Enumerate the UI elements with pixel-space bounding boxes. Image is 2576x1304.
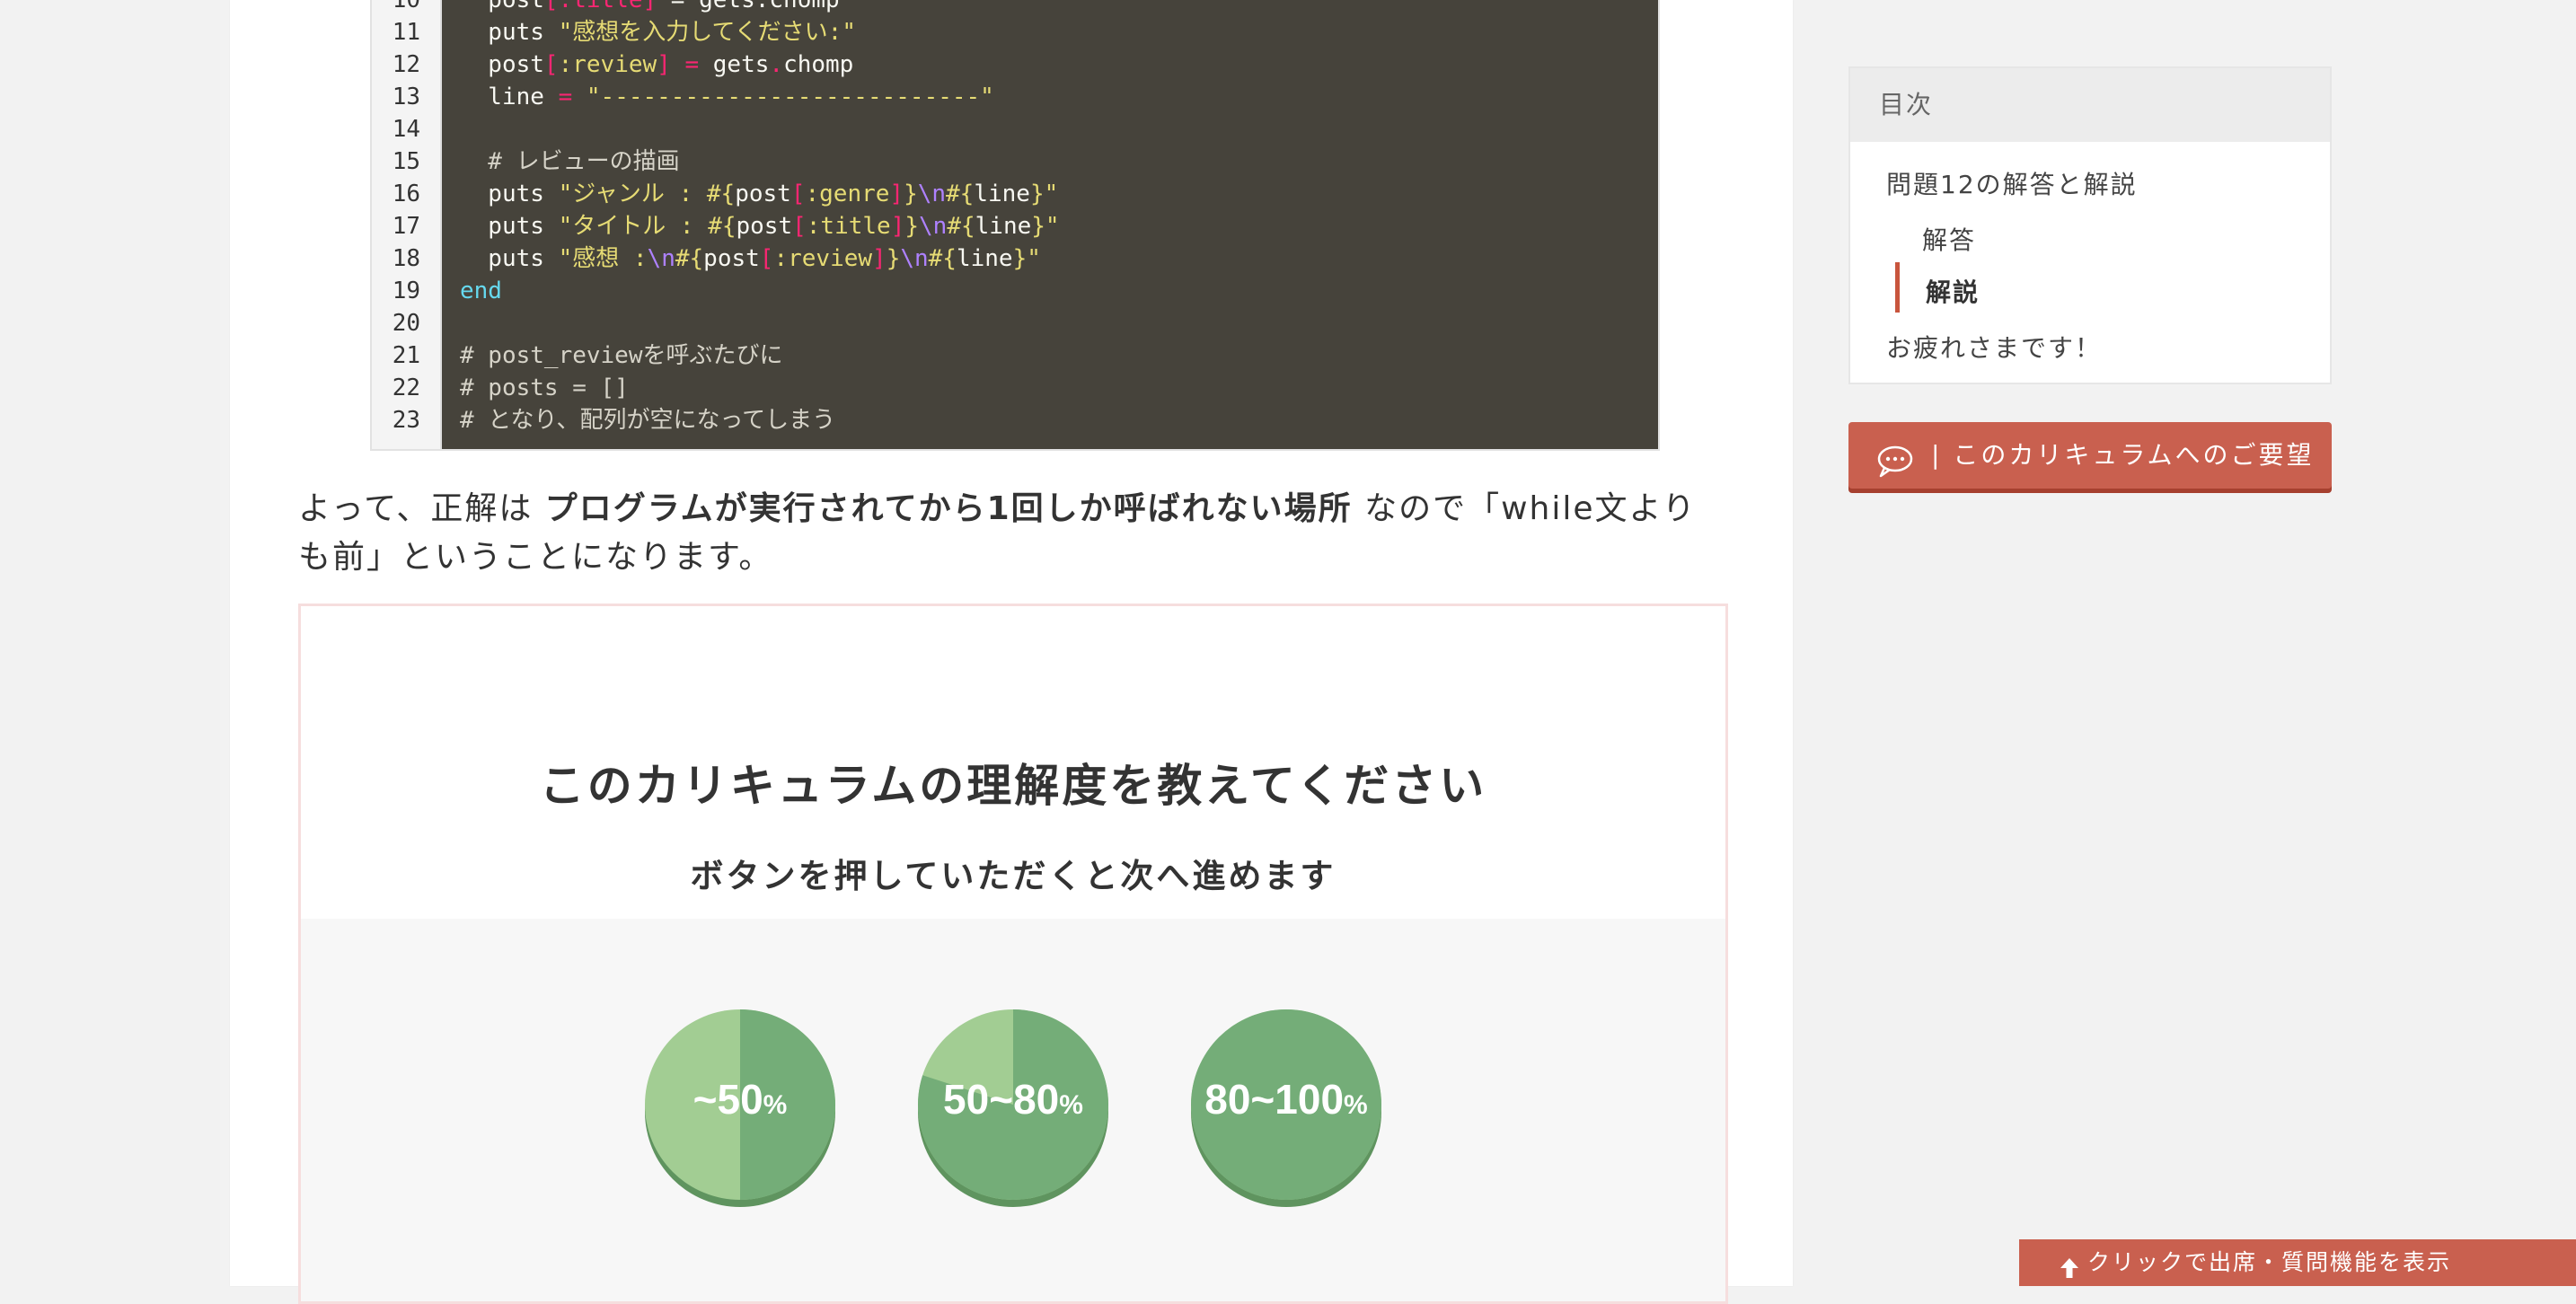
code-line: # posts = [] — [460, 374, 629, 401]
table-of-contents: 目次 問題12の解答と解説 解答 解説 お疲れさまです！ — [1848, 66, 2332, 384]
line-number: 12 — [392, 51, 420, 78]
line-number: 20 — [392, 310, 420, 337]
toc-item-answer[interactable]: 解答 — [1922, 221, 1976, 257]
understanding-survey: このカリキュラムの理解度を教えてください ボタンを押していただくと次へ進めます … — [298, 604, 1728, 1304]
survey-options-area: ~50% 50~80% 80~100% — [301, 919, 1725, 1301]
code-line: post[:title] = gets.chomp — [460, 0, 840, 13]
code-line: # となり、配列が空になってしまう — [460, 407, 836, 434]
code-line: post[:review] = gets.chomp — [460, 51, 854, 78]
line-number: 19 — [392, 278, 420, 304]
code-line: # レビューの描画 — [460, 148, 680, 175]
line-number: 18 — [392, 245, 420, 272]
explanation-paragraph: よって、正解は プログラムが実行されてから1回しか呼ばれない場所 なので「whi… — [298, 485, 1717, 582]
arrow-up-icon — [2059, 1250, 2080, 1297]
line-number: 23 — [392, 407, 420, 434]
line-number: 13 — [392, 84, 420, 110]
toc-heading: 目次 — [1850, 68, 2330, 142]
curriculum-request-button[interactable]: | このカリキュラムへのご要望 — [1848, 422, 2332, 489]
code-line: puts "タイトル : #{post[:title]}\n#{line}" — [460, 213, 1060, 240]
line-number: 11 — [392, 19, 420, 46]
option-label: ~50% — [693, 1076, 788, 1123]
line-number: 16 — [392, 181, 420, 207]
option-label: 80~100% — [1204, 1076, 1368, 1123]
toc-active-indicator — [1895, 262, 1900, 313]
option-0-50-button[interactable]: ~50% — [644, 1009, 836, 1210]
speech-bubble-icon — [1875, 438, 1915, 505]
code-line: line = "---------------------------" — [460, 84, 994, 110]
code-line: puts "ジャンル : #{post[:genre]}\n#{line}" — [460, 181, 1059, 207]
request-button-label: | このカリキュラムへのご要望 — [1931, 440, 2315, 470]
option-50-80-button[interactable]: 50~80% — [917, 1009, 1109, 1210]
line-number: 15 — [392, 148, 420, 175]
option-label: 50~80% — [943, 1076, 1083, 1123]
paragraph-bold: プログラムが実行されてから1回しか呼ばれない場所 — [544, 490, 1353, 527]
line-number: 10 — [392, 0, 420, 13]
code-line: # post_reviewを呼ぶたびに — [460, 342, 783, 369]
attendance-bar-label: クリックで出席・質問機能を表示 — [2087, 1249, 2452, 1275]
toc-item-explanation[interactable]: 解説 — [1926, 273, 1980, 309]
survey-subtitle: ボタンを押していただくと次へ進めます — [690, 857, 1337, 895]
line-number: 21 — [392, 342, 420, 369]
option-80-100-button[interactable]: 80~100% — [1190, 1009, 1382, 1210]
line-number-gutter: 10 11 12 13 14 15 16 17 18 19 20 21 22 23 — [372, 0, 442, 449]
attendance-toggle-bar[interactable]: クリックで出席・質問機能を表示 — [2019, 1239, 2576, 1286]
code-line: puts "感想 :\n#{post[:review]}\n#{line}" — [460, 245, 1041, 272]
survey-title: このカリキュラムの理解度を教えてください — [539, 760, 1487, 812]
toc-item-problem12[interactable]: 問題12の解答と解説 — [1886, 165, 2138, 201]
code-line: end — [460, 278, 502, 304]
paragraph-text-before: よって、正解は — [298, 490, 545, 527]
line-number: 17 — [392, 213, 420, 240]
line-number: 14 — [392, 116, 420, 143]
toc-item-closing[interactable]: お疲れさまです！ — [1886, 329, 2102, 365]
code-block: 10 11 12 13 14 15 16 17 18 19 20 21 22 23 post[:title… — [370, 0, 1660, 451]
line-number: 22 — [392, 374, 420, 401]
code-line: puts "感想を入力してください:" — [460, 19, 856, 46]
code-area: post[:title] = gets.chomp puts "感想を入力してく… — [442, 0, 1658, 449]
